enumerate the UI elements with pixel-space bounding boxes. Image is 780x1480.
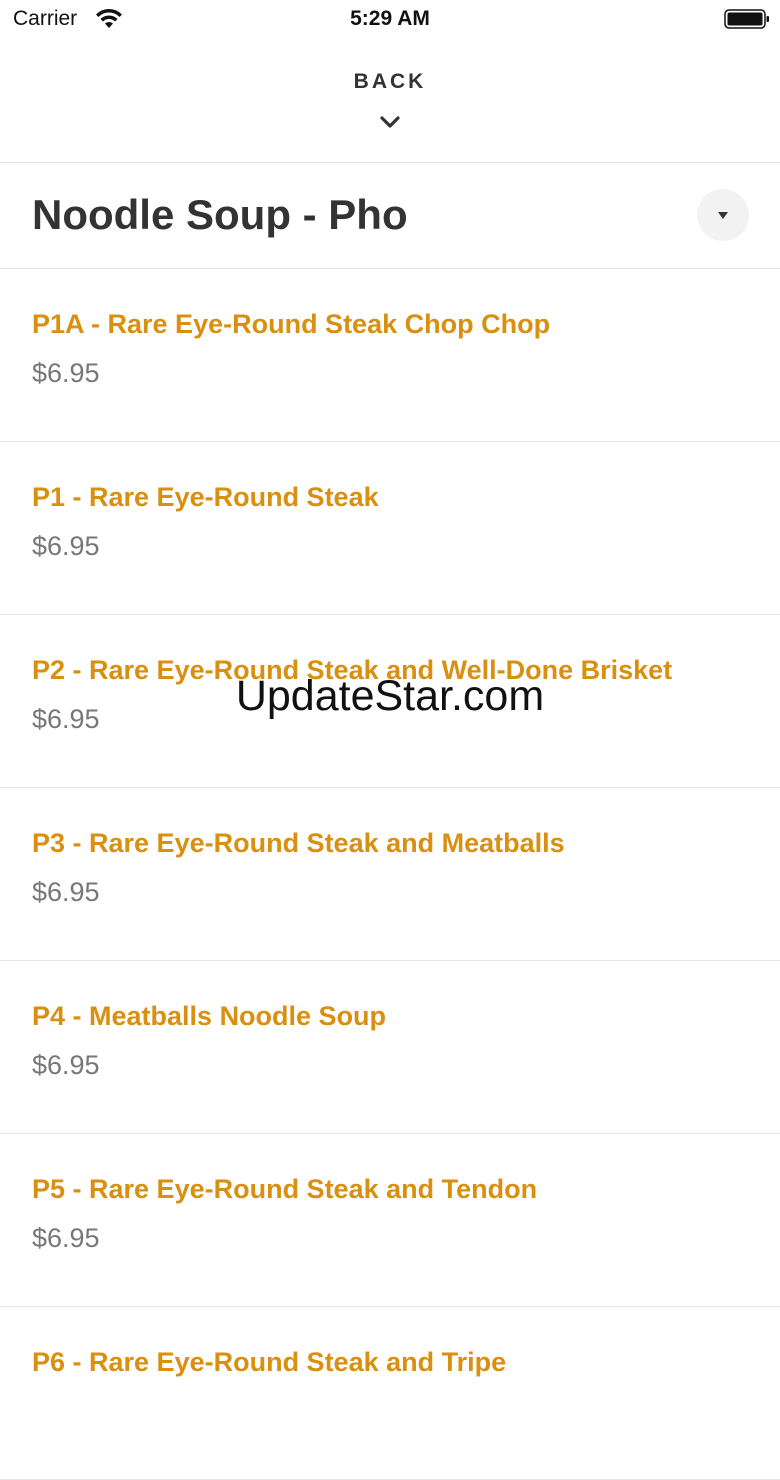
menu-item-price: $6.95: [32, 531, 100, 561]
menu-item[interactable]: P4 - Meatballs Noodle Soup $6.95: [0, 961, 780, 1134]
menu-item-price: $6.95: [32, 877, 100, 907]
battery-icon: [724, 9, 769, 29]
status-time: 5:29 AM: [350, 7, 430, 30]
status-bar: Carrier 5:29 AM: [0, 0, 780, 42]
back-button[interactable]: BACK: [290, 70, 490, 140]
menu-item[interactable]: P2 - Rare Eye-Round Steak and Well-Done …: [0, 615, 780, 788]
menu-item[interactable]: P1 - Rare Eye-Round Steak $6.95: [0, 442, 780, 615]
menu-item-name: P1A - Rare Eye-Round Steak Chop Chop: [32, 309, 551, 339]
caret-down-icon: [718, 212, 728, 219]
menu-item[interactable]: P3 - Rare Eye-Round Steak and Meatballs …: [0, 788, 780, 961]
back-header: BACK: [0, 42, 780, 163]
menu-item-name: P5 - Rare Eye-Round Steak and Tendon: [32, 1174, 538, 1204]
category-header: Noodle Soup - Pho: [0, 163, 780, 269]
menu-item-name: P4 - Meatballs Noodle Soup: [32, 1001, 387, 1031]
menu-item-name: P3 - Rare Eye-Round Steak and Meatballs: [32, 828, 565, 858]
menu-item-price: $6.95: [32, 1050, 100, 1080]
category-title: Noodle Soup - Pho: [32, 191, 408, 238]
back-label: BACK: [353, 70, 427, 93]
menu-item[interactable]: P5 - Rare Eye-Round Steak and Tendon $6.…: [0, 1134, 780, 1307]
chevron-down-icon: [380, 116, 400, 128]
menu-item-price: $6.95: [32, 358, 100, 388]
menu-item[interactable]: P6 - Rare Eye-Round Steak and Tripe: [0, 1307, 780, 1480]
menu-item[interactable]: P1A - Rare Eye-Round Steak Chop Chop $6.…: [0, 269, 780, 442]
menu-item-name: P2 - Rare Eye-Round Steak and Well-Done …: [32, 655, 673, 685]
category-dropdown-button[interactable]: [697, 189, 749, 241]
menu-item-price: $6.95: [32, 1223, 100, 1253]
menu-item-price: $6.95: [32, 704, 100, 734]
menu-item-name: P6 - Rare Eye-Round Steak and Tripe: [32, 1347, 507, 1377]
menu-list: P1A - Rare Eye-Round Steak Chop Chop $6.…: [0, 269, 780, 1480]
menu-item-name: P1 - Rare Eye-Round Steak: [32, 482, 379, 512]
